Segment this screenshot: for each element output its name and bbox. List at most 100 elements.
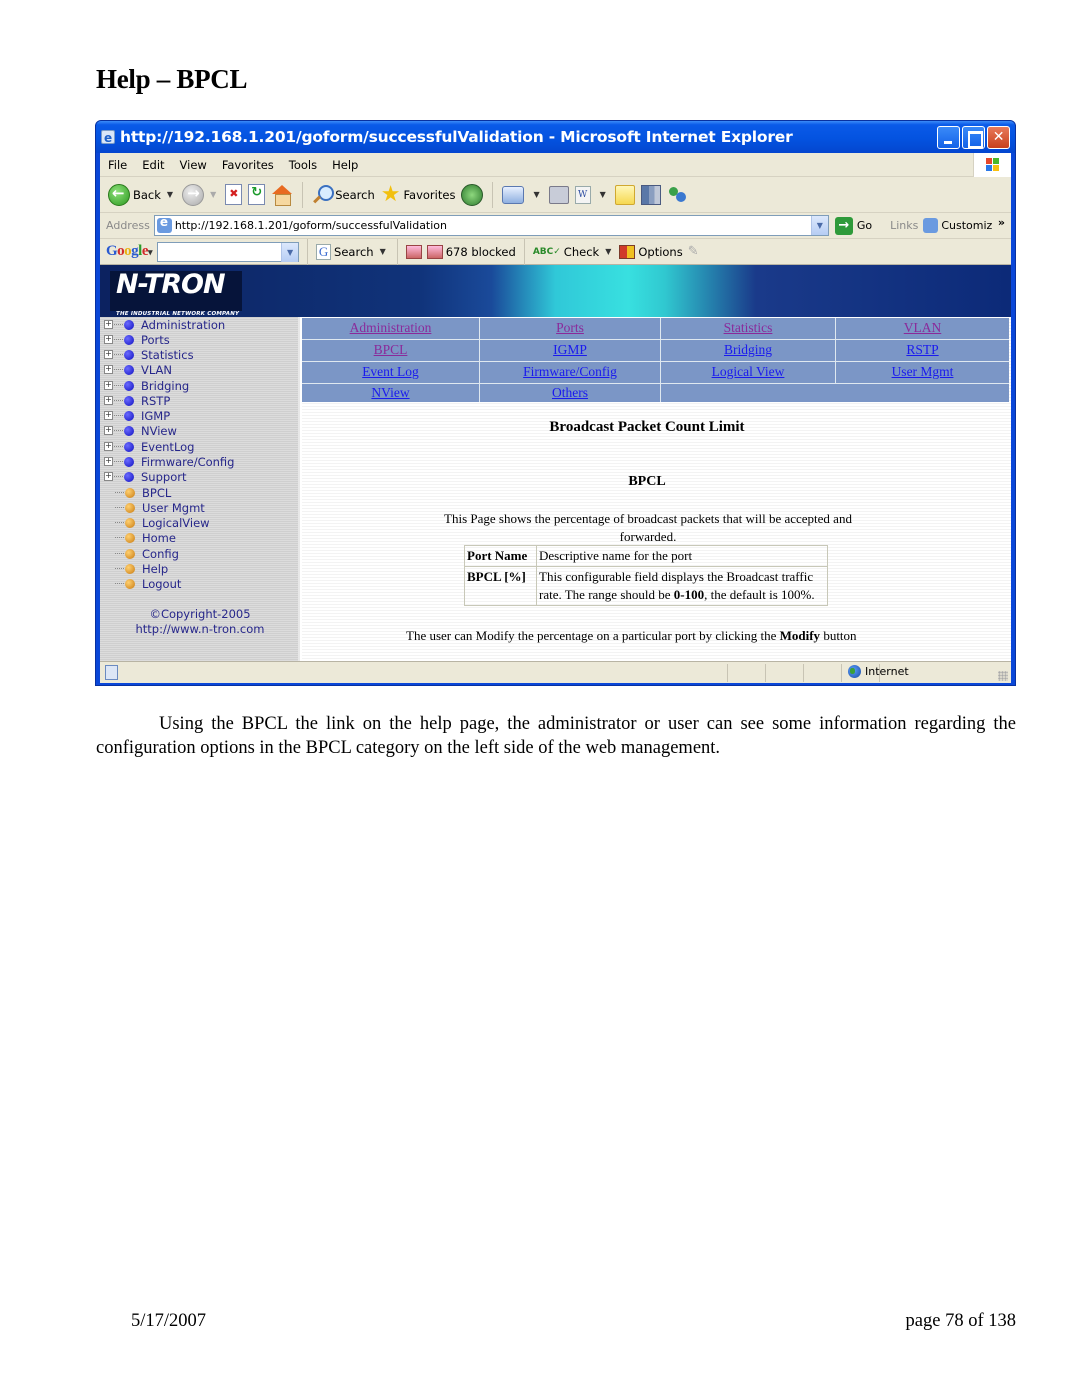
page-bullet-icon xyxy=(125,548,135,559)
logo-text: N-TRON xyxy=(116,269,226,300)
expand-icon[interactable]: + xyxy=(104,457,113,466)
refresh-icon[interactable] xyxy=(248,184,266,205)
dropdown-arrow-icon[interactable]: ▼ xyxy=(600,190,606,199)
tree-item-rstp[interactable]: + RSTP xyxy=(104,393,170,408)
tree-item-logout[interactable]: Logout xyxy=(114,576,181,591)
forward-button[interactable]: ▼ xyxy=(182,183,219,206)
messenger-icon[interactable] xyxy=(667,185,687,205)
definition-text: , the default is 100%. xyxy=(704,587,815,602)
print-icon[interactable] xyxy=(548,185,569,204)
customize-links-button[interactable]: Customiz xyxy=(923,218,992,233)
link-bridging[interactable]: Bridging xyxy=(724,342,772,357)
popup-blocker-button[interactable]: 678 blocked xyxy=(426,244,516,259)
resize-grip[interactable] xyxy=(998,671,1008,681)
go-button[interactable]: → Go xyxy=(834,216,872,235)
dropdown-arrow-icon[interactable]: ▼ xyxy=(210,190,216,199)
search-button[interactable]: Search xyxy=(312,184,375,205)
menu-edit[interactable]: Edit xyxy=(142,158,164,172)
google-dropdown-icon[interactable]: ▼ xyxy=(281,242,299,262)
expand-icon[interactable]: + xyxy=(104,365,113,374)
tree-item-ports[interactable]: + Ports xyxy=(104,332,170,347)
pagerank-icon[interactable] xyxy=(405,244,422,259)
expand-icon[interactable]: + xyxy=(104,396,113,405)
spell-check-button[interactable]: ABC✓ Check ▼ xyxy=(533,245,615,259)
link-user-mgmt[interactable]: User Mgmt xyxy=(892,364,954,379)
link-ports[interactable]: Ports xyxy=(556,320,584,335)
link-others[interactable]: Others xyxy=(552,385,588,400)
search-icon xyxy=(312,184,335,205)
maximize-button[interactable] xyxy=(962,126,985,149)
close-button[interactable]: ✕ xyxy=(987,126,1010,149)
google-search-input[interactable]: ▼ xyxy=(157,241,300,262)
media-icon[interactable] xyxy=(461,183,484,206)
menu-file[interactable]: File xyxy=(108,158,127,172)
google-search-button[interactable]: G Search ▼ xyxy=(316,243,389,260)
window-controls: ✕ xyxy=(937,126,1010,149)
expand-icon[interactable]: + xyxy=(104,442,113,451)
tree-item-statistics[interactable]: + Statistics xyxy=(104,347,194,362)
link-bpcl[interactable]: BPCL xyxy=(374,342,408,357)
link-statistics[interactable]: Statistics xyxy=(724,320,773,335)
ntron-logo: N-TRON THE INDUSTRIAL NETWORK COMPANY xyxy=(110,269,242,317)
tree-item-config[interactable]: Config xyxy=(114,546,179,561)
expand-icon[interactable]: + xyxy=(104,381,113,390)
link-administration[interactable]: Administration xyxy=(350,320,432,335)
highlight-pencil-icon[interactable]: ✎ xyxy=(688,244,699,259)
link-vlan[interactable]: VLAN xyxy=(904,320,942,335)
tree-item-bpcl[interactable]: BPCL xyxy=(114,485,171,500)
link-rstp[interactable]: RSTP xyxy=(906,342,938,357)
expand-icon[interactable]: + xyxy=(104,350,113,359)
expand-icon[interactable]: + xyxy=(104,320,113,329)
term-cell: BPCL [%] xyxy=(464,566,537,606)
minimize-button[interactable] xyxy=(937,126,960,149)
expand-icon[interactable]: + xyxy=(104,472,113,481)
tree-item-user-mgmt[interactable]: User Mgmt xyxy=(114,500,205,515)
dropdown-arrow-icon[interactable]: ▼ xyxy=(605,247,611,256)
favorites-button[interactable]: ★ Favorites xyxy=(381,183,456,205)
link-event-log[interactable]: Event Log xyxy=(362,364,419,379)
google-logo[interactable]: Google▾ xyxy=(106,243,153,260)
link-logical-view[interactable]: Logical View xyxy=(712,364,785,379)
stop-icon[interactable] xyxy=(225,184,243,205)
menu-favorites[interactable]: Favorites xyxy=(222,158,274,172)
address-input[interactable]: http://192.168.1.201/goform/successfulVa… xyxy=(153,215,829,236)
address-dropdown-icon[interactable]: ▼ xyxy=(810,216,828,235)
tree-item-logicalview[interactable]: LogicalView xyxy=(114,515,210,530)
edit-word-icon[interactable]: W xyxy=(574,185,591,204)
tree-item-home[interactable]: Home xyxy=(114,530,176,545)
tree-item-administration[interactable]: + Administration xyxy=(104,317,225,332)
dropdown-arrow-icon[interactable]: ▼ xyxy=(380,247,386,256)
menu-help[interactable]: Help xyxy=(332,158,358,172)
tree-item-vlan[interactable]: + VLAN xyxy=(104,362,172,377)
home-icon[interactable] xyxy=(271,184,293,206)
research-icon[interactable] xyxy=(640,184,661,205)
company-url[interactable]: http://www.n-tron.com xyxy=(100,622,300,636)
links-label[interactable]: Links xyxy=(890,219,918,232)
link-firmware-config[interactable]: Firmware/Config xyxy=(523,364,617,379)
tree-item-help[interactable]: Help xyxy=(114,561,168,576)
menu-tools[interactable]: Tools xyxy=(289,158,317,172)
link-igmp[interactable]: IGMP xyxy=(553,342,587,357)
dropdown-arrow-icon[interactable]: ▼ xyxy=(167,190,173,199)
table-row: Port Name Descriptive name for the port xyxy=(464,545,828,567)
tree-label: EventLog xyxy=(141,439,195,454)
link-nview[interactable]: NView xyxy=(371,385,409,400)
tree-item-eventlog[interactable]: + EventLog xyxy=(104,439,195,454)
options-button[interactable]: Options xyxy=(619,244,683,259)
note-icon[interactable] xyxy=(614,184,635,205)
menu-view[interactable]: View xyxy=(180,158,207,172)
expand-icon[interactable]: + xyxy=(104,426,113,435)
back-button[interactable]: Back ▼ xyxy=(108,183,176,206)
mail-icon[interactable] xyxy=(502,185,525,204)
more-chevron-icon[interactable]: » xyxy=(998,216,1005,229)
tree-item-igmp[interactable]: + IGMP xyxy=(104,408,170,423)
tree-item-support[interactable]: + Support xyxy=(104,469,186,484)
expand-icon[interactable]: + xyxy=(104,411,113,420)
dropdown-arrow-icon[interactable]: ▼ xyxy=(533,190,539,199)
grid-cell: IGMP xyxy=(480,340,660,361)
tree-item-nview[interactable]: + NView xyxy=(104,423,177,438)
grid-cell: RSTP xyxy=(836,340,1009,361)
expand-icon[interactable]: + xyxy=(104,335,113,344)
tree-item-bridging[interactable]: + Bridging xyxy=(104,378,189,393)
tree-item-firmware-config[interactable]: + Firmware/Config xyxy=(104,454,234,469)
